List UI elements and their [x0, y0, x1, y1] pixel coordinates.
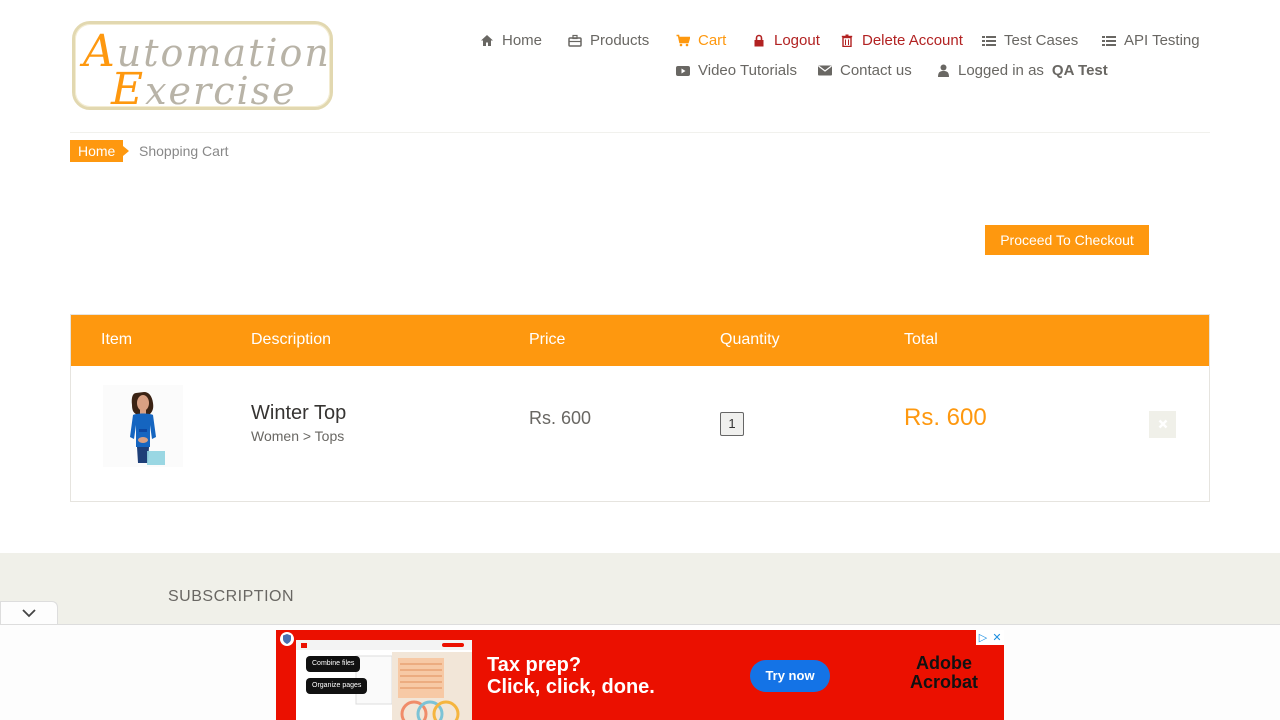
- nav-products[interactable]: Products: [568, 32, 649, 49]
- header-item: Item: [101, 331, 133, 348]
- nav-home[interactable]: Home: [480, 32, 542, 49]
- home-icon: [480, 34, 494, 48]
- logo-line-2: Exercise: [111, 64, 297, 115]
- ad-try-now-button[interactable]: Try now: [750, 660, 830, 692]
- nav-home-label: Home: [502, 32, 543, 49]
- nav-api-testing-label: API Testing: [1124, 32, 1200, 49]
- ad-banner[interactable]: Combine files Organize pages Tax prep? C…: [276, 630, 1004, 720]
- nav-test-cases[interactable]: Test Cases: [982, 32, 1078, 49]
- subscription-heading: SUBSCRIPTION: [168, 588, 295, 605]
- product-name[interactable]: Winter Top: [251, 402, 346, 425]
- ad-chip-combine: Combine files: [306, 656, 361, 672]
- header-total: Total: [904, 331, 938, 348]
- ad-brand-line-1: Adobe: [916, 653, 972, 673]
- user-icon: [936, 64, 950, 78]
- ad-brand-line-2: Acrobat: [910, 672, 979, 692]
- header-price: Price: [529, 331, 566, 348]
- ad-controls: ▷ ✕: [976, 630, 1004, 645]
- youtube-play-icon: [676, 64, 690, 78]
- nav-delete-account[interactable]: Delete Account: [840, 32, 963, 49]
- ad-choices-icon[interactable]: ▷: [976, 630, 990, 645]
- nav-contact-us-label: Contact us: [840, 62, 912, 79]
- nav-api-testing[interactable]: API Testing: [1102, 32, 1200, 49]
- nav-logout-label: Logout: [774, 32, 820, 49]
- ad-chip-organize: Organize pages: [306, 678, 368, 694]
- shield-icon: [280, 632, 294, 646]
- site-logo[interactable]: Automation Exercise: [72, 21, 333, 115]
- chevron-down-icon: [21, 605, 37, 623]
- trash-icon: [840, 34, 854, 48]
- lock-icon: [752, 34, 766, 48]
- briefcase-icon: [568, 34, 582, 48]
- nav-video-tutorials[interactable]: Video Tutorials: [676, 62, 797, 79]
- product-category: Women > Tops: [251, 428, 345, 444]
- product-image[interactable]: [103, 385, 183, 467]
- nav-video-tutorials-label: Video Tutorials: [698, 62, 797, 79]
- cart-icon: [676, 34, 690, 48]
- list-icon: [982, 34, 996, 48]
- breadcrumb-home[interactable]: Home: [70, 140, 130, 162]
- delete-item-button[interactable]: [1149, 411, 1176, 438]
- header-quantity: Quantity: [720, 331, 780, 348]
- close-icon: [1158, 416, 1168, 434]
- nav-delete-account-label: Delete Account: [862, 32, 963, 49]
- product-total: Rs. 600: [904, 404, 987, 431]
- logged-in-username: QA Test: [1051, 62, 1108, 79]
- ad-headline-line-1: Tax prep?: [487, 654, 582, 676]
- ad-headline: Tax prep? Click, click, done.: [487, 654, 655, 698]
- product-quantity[interactable]: 1: [720, 412, 744, 436]
- ad-headline-line-2: Click, click, done.: [487, 676, 655, 698]
- cart-table: Item Description Price Quantity Total Wi…: [70, 314, 1210, 502]
- nav-logout[interactable]: Logout: [752, 32, 820, 49]
- breadcrumb-current: Shopping Cart: [139, 143, 229, 159]
- ad-product-screenshot: Combine files Organize pages: [296, 640, 472, 720]
- proceed-to-checkout-button[interactable]: Proceed To Checkout: [985, 225, 1149, 255]
- nav-test-cases-label: Test Cases: [1004, 32, 1079, 49]
- ad-collapse-toggle[interactable]: [0, 601, 58, 625]
- envelope-icon: [818, 64, 832, 78]
- nav-cart-label: Cart: [698, 32, 727, 49]
- nav-cart[interactable]: Cart: [676, 32, 726, 49]
- nav-products-label: Products: [590, 32, 650, 49]
- nav-contact-us[interactable]: Contact us: [818, 62, 912, 79]
- product-price: Rs. 600: [529, 408, 592, 428]
- logged-in-prefix: Logged in as: [958, 62, 1044, 79]
- logged-in-status: Logged in as QA Test: [936, 62, 1108, 79]
- header-description: Description: [251, 331, 332, 348]
- footer-divider: [0, 552, 1280, 553]
- ad-close-icon[interactable]: ✕: [990, 630, 1004, 645]
- cart-table-header: Item Description Price Quantity Total: [71, 315, 1209, 366]
- header-divider: [70, 132, 1210, 133]
- ad-brand: Adobe Acrobat: [910, 654, 978, 692]
- list-icon: [1102, 34, 1116, 48]
